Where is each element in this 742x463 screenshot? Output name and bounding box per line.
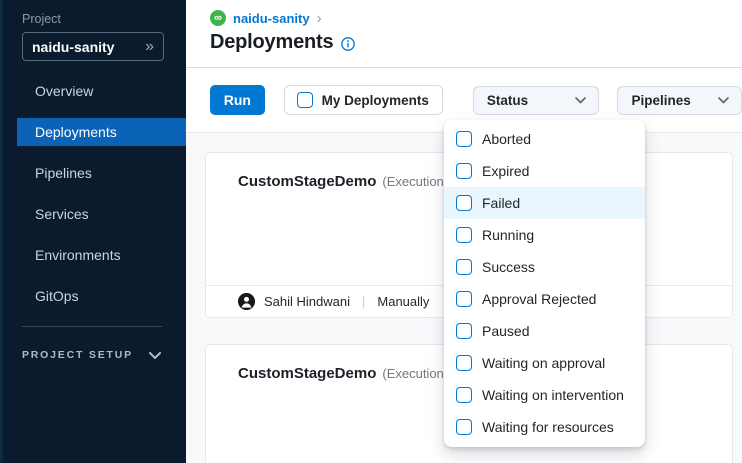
breadcrumb-project-link[interactable]: naidu-sanity: [233, 11, 310, 26]
checkbox-icon[interactable]: [456, 323, 472, 339]
project-label: Project: [22, 12, 61, 26]
status-option[interactable]: Success: [444, 251, 645, 283]
checkbox-icon[interactable]: [456, 355, 472, 371]
expand-project-icon[interactable]: »: [145, 39, 154, 55]
pipelines-filter-dropdown[interactable]: Pipelines: [617, 86, 742, 115]
status-option-label: Running: [482, 227, 534, 243]
status-option-label: Waiting on approval: [482, 355, 605, 371]
status-option-label: Waiting on intervention: [482, 387, 624, 403]
sidebar-nav-item[interactable]: Pipelines: [17, 159, 186, 187]
chevron-down-icon: [149, 352, 161, 359]
triggered-by[interactable]: Sahil Hindwani: [264, 294, 350, 309]
chevron-down-icon: [718, 97, 729, 104]
sidebar-divider: [22, 326, 162, 327]
info-icon[interactable]: [341, 37, 355, 51]
my-deployments-toggle[interactable]: My Deployments: [284, 85, 443, 115]
checkbox-icon[interactable]: [456, 163, 472, 179]
breadcrumb-chevron-icon: ›: [317, 11, 322, 26]
status-option-label: Failed: [482, 195, 520, 211]
sidebar-nav-item[interactable]: Deployments: [17, 118, 186, 146]
sidebar-nav: Overview Deployments Pipelines Services Envi…: [17, 77, 186, 323]
status-filter-dropdown[interactable]: Status: [473, 86, 600, 115]
status-option[interactable]: Approval Rejected: [444, 283, 645, 315]
project-selector[interactable]: naidu-sanity »: [22, 32, 164, 61]
checkbox-icon[interactable]: [456, 259, 472, 275]
sidebar-nav-item[interactable]: Services: [17, 200, 186, 228]
status-option-label: Aborted: [482, 131, 531, 147]
avatar-icon: [238, 293, 255, 310]
checkbox-icon[interactable]: [456, 195, 472, 211]
my-deployments-label: My Deployments: [322, 93, 429, 108]
status-option[interactable]: Failed: [444, 187, 645, 219]
trigger-type: Manually: [377, 294, 429, 309]
status-option[interactable]: Waiting for resources: [444, 411, 645, 443]
page-title: Deployments: [210, 31, 333, 54]
status-option[interactable]: Waiting on approval: [444, 347, 645, 379]
status-option-label: Success: [482, 259, 535, 275]
sidebar-nav-item[interactable]: Overview: [17, 77, 186, 105]
pipelines-filter-label: Pipelines: [631, 93, 690, 108]
checkbox-icon[interactable]: [297, 92, 313, 108]
checkbox-icon[interactable]: [456, 419, 472, 435]
status-option-label: Paused: [482, 323, 529, 339]
project-name: naidu-sanity: [32, 39, 145, 55]
sidebar-item-project-setup[interactable]: PROJECT SETUP: [22, 349, 170, 361]
status-option-label: Expired: [482, 163, 529, 179]
chevron-down-icon: [575, 97, 586, 104]
sidebar-nav-item[interactable]: Environments: [17, 241, 186, 269]
checkbox-icon[interactable]: [456, 291, 472, 307]
project-setup-label: PROJECT SETUP: [22, 349, 133, 361]
status-option-label: Approval Rejected: [482, 291, 596, 307]
status-filter-menu: Aborted Expired Failed Running Success A…: [444, 120, 645, 447]
status-option[interactable]: Running: [444, 219, 645, 251]
run-button[interactable]: Run: [210, 85, 265, 115]
breadcrumb: ∞ naidu-sanity ›: [210, 9, 742, 27]
checkbox-icon[interactable]: [456, 227, 472, 243]
sidebar-nav-item[interactable]: GitOps: [17, 282, 186, 310]
checkbox-icon[interactable]: [456, 131, 472, 147]
cd-module-icon: ∞: [210, 10, 226, 26]
footer-separator: |: [359, 294, 368, 309]
sidebar: Project naidu-sanity » Overview Deploymen…: [0, 0, 186, 463]
page-header: ∞ naidu-sanity › Deployments: [186, 0, 742, 68]
sidebar-rail: [0, 0, 3, 463]
status-filter-label: Status: [487, 93, 528, 108]
status-option[interactable]: Paused: [444, 315, 645, 347]
app-window: Project naidu-sanity » Overview Deploymen…: [0, 0, 742, 463]
status-option[interactable]: Expired: [444, 155, 645, 187]
status-option-label: Waiting for resources: [482, 419, 614, 435]
status-option[interactable]: Aborted: [444, 123, 645, 155]
pipeline-name: CustomStageDemo: [238, 365, 376, 382]
pipeline-name: CustomStageDemo: [238, 173, 376, 190]
status-option[interactable]: Waiting on intervention: [444, 379, 645, 411]
checkbox-icon[interactable]: [456, 387, 472, 403]
